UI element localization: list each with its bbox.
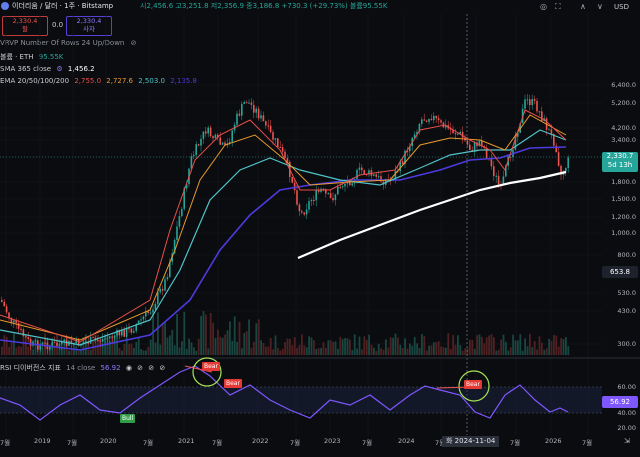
time-tick: 2024 bbox=[398, 437, 415, 445]
time-tick: 7월 bbox=[67, 439, 78, 447]
bar-countdown: 5d 13h bbox=[607, 161, 633, 169]
rsi-tick-20: 20.00 bbox=[617, 424, 636, 432]
time-tick: 2023 bbox=[324, 437, 341, 445]
price-tick: 6,400.0 bbox=[611, 81, 636, 89]
rsi-value-tag: 56.92 bbox=[602, 396, 638, 408]
time-tick: 7월 bbox=[510, 439, 521, 447]
price-tick: 530.0 bbox=[617, 289, 636, 297]
rsi-params: 14 close bbox=[66, 364, 96, 372]
time-tick: 7월 bbox=[290, 439, 301, 447]
time-tick: 2019 bbox=[34, 437, 51, 445]
time-tick: 2026 bbox=[545, 437, 562, 445]
time-tick: 7월 bbox=[582, 439, 593, 447]
price-tick: 430.0 bbox=[617, 307, 636, 315]
rsi-tick-60: 60.00 bbox=[617, 383, 636, 391]
ema200-line bbox=[0, 146, 567, 351]
time-tick: 7월 bbox=[362, 439, 373, 447]
crosshair-date-label: 화 2024-11-04 bbox=[442, 436, 500, 447]
eye-icon[interactable]: ◉ bbox=[126, 364, 132, 372]
bear-label-3: Bear bbox=[464, 380, 482, 389]
price-tick: 1,200.0 bbox=[611, 213, 636, 221]
price-tick: 800.0 bbox=[617, 251, 636, 259]
price-tick: 4,200.0 bbox=[611, 124, 636, 132]
price-tick: 1,800.0 bbox=[611, 178, 636, 186]
bear-label-2: Bear bbox=[224, 379, 242, 388]
more-icon[interactable]: ⊘ bbox=[159, 364, 165, 372]
time-tick: 7월 bbox=[0, 439, 11, 447]
price-tick: 1,500.0 bbox=[611, 195, 636, 203]
price-tick: 1,000.0 bbox=[611, 229, 636, 237]
rsi-value: 56.92 bbox=[100, 364, 121, 372]
time-tick: 2020 bbox=[100, 437, 117, 445]
time-tick: 2021 bbox=[178, 437, 195, 445]
price-chart[interactable] bbox=[0, 0, 640, 457]
current-price: 2,330.7 bbox=[606, 152, 634, 160]
time-tick: 7월 bbox=[212, 439, 223, 447]
rsi-label: RSI 디이버전스 지표 bbox=[0, 364, 61, 372]
time-tick: 7월 bbox=[143, 439, 154, 447]
time-tick: 2022 bbox=[252, 437, 269, 445]
rsi-tick-40: 40.00 bbox=[617, 409, 636, 417]
sma-price-tag: 653.8 bbox=[602, 266, 638, 278]
close-icon[interactable]: ⊘ bbox=[148, 364, 154, 372]
current-price-tag: 2,330.7 5d 13h bbox=[602, 152, 638, 172]
sma365-line bbox=[297, 170, 567, 260]
rsi-legend: RSI 디이버전스 지표 14 close 56.92 ◉ ⊘ ⊘ ⊘ bbox=[0, 364, 165, 373]
bull-label: Bull bbox=[120, 414, 136, 423]
price-tick: 3,400.0 bbox=[611, 136, 636, 144]
price-tick: 300.0 bbox=[617, 340, 636, 348]
price-tick: 5,200.0 bbox=[611, 99, 636, 107]
collapse-icon[interactable]: ⇲ bbox=[624, 437, 630, 446]
settings-icon-rsi[interactable]: ⊘ bbox=[137, 364, 143, 372]
ema100-line bbox=[0, 129, 567, 346]
candles bbox=[1, 94, 569, 354]
bear-label-1: Bear bbox=[202, 362, 220, 371]
